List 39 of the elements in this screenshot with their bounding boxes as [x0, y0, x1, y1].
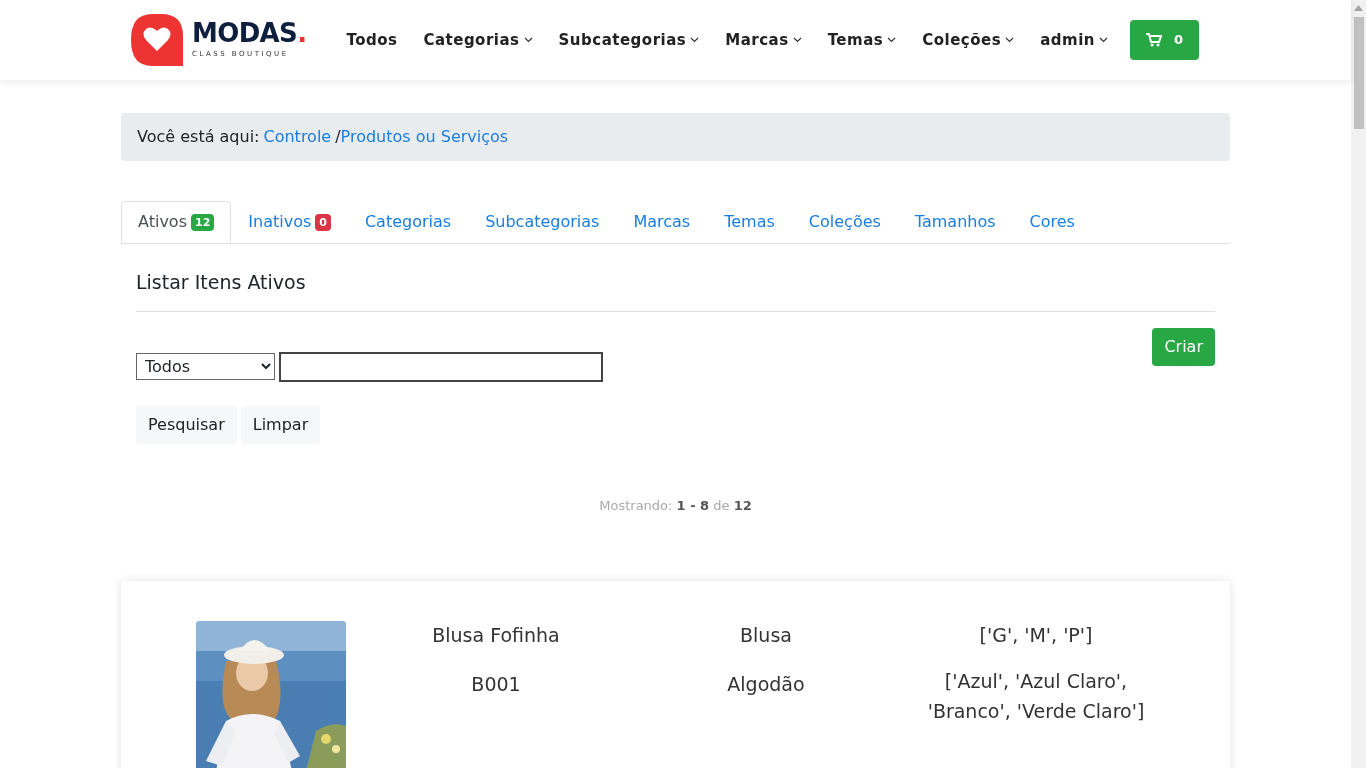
nav-link[interactable]: Subcategorias — [558, 28, 700, 52]
breadcrumb-prefix: Você está aqui: — [137, 126, 260, 148]
breadcrumb-link[interactable]: Produtos ou Serviços — [340, 125, 509, 149]
nav-link[interactable]: Categorias — [423, 28, 533, 52]
nav-link[interactable]: Marcas — [725, 28, 802, 52]
nav-link[interactable]: Temas — [827, 28, 897, 52]
action-button[interactable]: Limpar — [240, 405, 321, 444]
tab[interactable]: Marcas — [616, 201, 708, 243]
product-name: Blusa Fofinha — [431, 623, 561, 648]
count-badge: 12 — [191, 213, 215, 231]
action-button[interactable]: Pesquisar — [136, 405, 237, 444]
heart-pin-icon — [130, 13, 184, 67]
search-field[interactable] — [279, 351, 603, 382]
count-badge: 0 — [315, 213, 331, 231]
nav-link[interactable]: Todos — [346, 28, 398, 52]
tab[interactable]: Coleções — [791, 201, 898, 243]
nav-link[interactable]: admin — [1040, 28, 1108, 52]
section-title: Listar Itens Ativos — [136, 268, 1215, 312]
tab[interactable]: Subcategorias — [468, 201, 617, 243]
tab[interactable]: Tamanhos — [897, 201, 1013, 243]
pagination-info: Mostrando: 1 - 8 de 12 — [598, 496, 753, 515]
product-colors: ['Azul', 'Azul Claro', 'Branco', 'Verde Claro'] — [926, 668, 1146, 724]
product-code: B001 — [470, 671, 522, 697]
tab[interactable]: Categorias — [347, 201, 469, 243]
product-sizes: ['G', 'M', 'P'] — [978, 623, 1094, 648]
tab[interactable]: Temas — [707, 201, 792, 243]
scroll-up-icon[interactable] — [1354, 5, 1363, 11]
nav-link[interactable]: Coleções — [922, 28, 1015, 52]
cart-icon — [1145, 33, 1162, 47]
tab[interactable]: Ativos 12 — [121, 201, 232, 243]
breadcrumb-separator: / — [335, 126, 341, 148]
brand-name: MODAS. — [192, 20, 307, 47]
tab[interactable]: Inativos 0 — [231, 201, 348, 243]
tab[interactable]: Cores — [1012, 201, 1092, 243]
breadcrumb-link[interactable]: Controle — [263, 125, 332, 149]
product-material: Algodão — [726, 671, 806, 697]
scrollbar-thumb[interactable] — [1353, 17, 1364, 129]
product-category: Blusa — [739, 623, 793, 648]
filter-select[interactable]: Todos — [136, 353, 275, 380]
